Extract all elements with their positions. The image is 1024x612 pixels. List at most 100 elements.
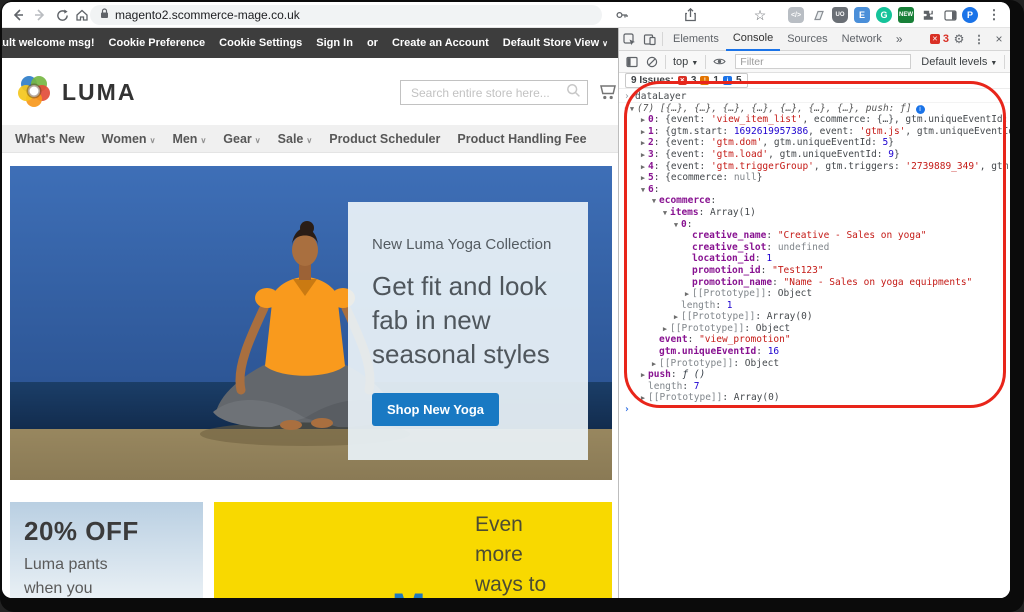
console-text: , ecommerce: {…}, gtm.uniqueEventId: (802, 114, 1010, 125)
divider (665, 55, 666, 69)
console-line: ▶3: {event: 'gtm.load', gtm.uniqueEventI… (619, 149, 1010, 161)
tab-console[interactable]: Console (726, 28, 780, 51)
chevron-down-icon: ∨ (200, 136, 206, 145)
forward-icon[interactable] (30, 5, 50, 25)
devtools-close-icon[interactable]: × (989, 29, 1009, 49)
console-text: : Array(0) (755, 311, 812, 322)
search-input[interactable] (409, 85, 566, 101)
live-expression-eye-icon[interactable] (709, 52, 729, 72)
devtools-settings-gear-icon[interactable]: ⚙ (949, 29, 969, 49)
clear-console-icon[interactable] (642, 52, 662, 72)
back-icon[interactable] (8, 5, 28, 25)
console-settings-gear-icon[interactable]: ⚙ (1008, 52, 1010, 72)
error-icon: ✕ (930, 34, 940, 44)
nav-item-sale[interactable]: Sale∨ (278, 132, 313, 146)
share-icon[interactable] (680, 5, 700, 25)
console-text: creative_name (692, 230, 766, 241)
issue-severity-icon: ! (700, 76, 709, 85)
console-text: push (648, 369, 671, 380)
console-text: [[Prototype]] (659, 358, 733, 369)
welcome-link[interactable]: Cookie Settings (219, 37, 302, 49)
nav-item-product-scheduler[interactable]: Product Scheduler (329, 132, 440, 146)
extension-new-badge-icon[interactable]: NEW (898, 7, 914, 23)
promo-yellow-letter: M (392, 586, 425, 598)
welcome-link[interactable]: Cookie Preference (109, 37, 206, 49)
promo-tile-yellow[interactable]: Evenmoreways to M (214, 502, 612, 598)
console-text: promotion_id (692, 265, 761, 276)
console-text: [[Prototype]] (648, 392, 722, 403)
extension-page-icon[interactable] (810, 7, 826, 23)
console-text: length (648, 381, 682, 392)
divider (1004, 55, 1005, 69)
console-text: '2739889_349' (905, 161, 979, 172)
grammarly-icon[interactable]: G (876, 7, 892, 23)
welcome-link[interactable]: Default Store View∨ (503, 37, 608, 49)
console-line: ▼items: Array(1) (619, 207, 1010, 219)
chevron-down-icon: ∨ (150, 136, 156, 145)
tab-elements[interactable]: Elements (666, 28, 726, 51)
extensions-puzzle-icon[interactable] (920, 7, 936, 23)
bookmark-star-icon[interactable]: ☆ (750, 5, 770, 25)
search-icon[interactable] (566, 83, 581, 103)
console-text: event (659, 334, 688, 345)
promo-tile-discount[interactable]: 20% OFF Luma pants when you (10, 502, 203, 598)
inspect-element-icon[interactable] (619, 29, 639, 49)
console-text: 1 (727, 300, 733, 311)
console-text: : (761, 265, 772, 276)
console-text: : (772, 277, 783, 288)
devtools-kebab-icon[interactable]: ⋮ (969, 29, 989, 49)
console-text: : Object (766, 288, 812, 299)
device-toolbar-icon[interactable] (639, 29, 659, 49)
home-icon[interactable] (72, 5, 92, 25)
nav-item-gear[interactable]: Gear∨ (223, 132, 260, 146)
tab-sources[interactable]: Sources (780, 28, 834, 51)
error-count-badge[interactable]: ✕ 3 (930, 33, 949, 45)
console-line: event: "view_promotion" (619, 334, 1010, 346)
nav-item-what-s-new[interactable]: What's New (15, 132, 85, 146)
nav-item-women[interactable]: Women∨ (102, 132, 156, 146)
console-text: : Object (744, 323, 790, 334)
extension-editor-icon[interactable]: E (854, 7, 870, 23)
url-bar[interactable]: magento2.scommerce-mage.co.uk (90, 5, 602, 25)
console-text: items (670, 207, 699, 218)
more-tabs-icon[interactable]: » (889, 28, 910, 51)
profile-avatar[interactable]: P (962, 7, 978, 23)
extension-shield-icon[interactable]: UO (832, 7, 848, 23)
cart-icon[interactable] (598, 82, 618, 106)
issue-count: 5 (736, 75, 742, 86)
shop-new-yoga-button[interactable]: Shop New Yoga (372, 393, 499, 426)
hero-banner: New Luma Yoga Collection Get fit and loo… (10, 166, 612, 480)
console-filter-input[interactable] (735, 54, 911, 69)
issue-severity-icon: ✕ (678, 76, 687, 85)
console-text: } (894, 149, 900, 160)
console-text: "Creative - Sales on yoga" (778, 230, 927, 241)
console-text: , gtm.uniqueEve (980, 161, 1010, 172)
js-context-selector[interactable]: top ▼ (669, 56, 702, 68)
password-key-icon[interactable] (612, 5, 632, 25)
reload-icon[interactable] (52, 5, 72, 25)
welcome-link[interactable]: Sign In (316, 37, 353, 49)
console-text: : (766, 242, 777, 253)
console-line: ▶[[Prototype]]: Array(0) (619, 392, 1010, 404)
side-panel-icon[interactable] (942, 7, 958, 23)
console-line: length: 7 (619, 381, 1010, 393)
luma-logo[interactable]: LUMA (16, 72, 136, 113)
log-levels-dropdown[interactable]: Default levels ▼ (917, 56, 1001, 68)
console-text: , gtm.uniqueEventId: (762, 137, 882, 148)
nav-item-product-handling-fee[interactable]: Product Handling Fee (457, 132, 586, 146)
browser-menu-kebab-icon[interactable]: ⋮ (984, 5, 1004, 25)
console-output[interactable]: ›dataLayer‹▼(7) [{…}, {…}, {…}, {…}, {…}… (619, 89, 1010, 598)
console-text: location_id (692, 253, 755, 264)
tab-network[interactable]: Network (835, 28, 889, 51)
extension-code-icon[interactable]: </> (788, 7, 804, 23)
info-icon[interactable]: i (916, 105, 925, 114)
console-sidebar-icon[interactable] (622, 52, 642, 72)
welcome-link[interactable]: Create an Account (392, 37, 489, 49)
issues-chip[interactable]: 9 Issues: ✕3!1i5 (625, 73, 748, 88)
console-line: length: 1 (619, 300, 1010, 312)
console-text: : (766, 230, 777, 241)
console-text: undefined (778, 242, 829, 253)
nav-item-men[interactable]: Men∨ (172, 132, 206, 146)
console-text: 'view_item_list' (711, 114, 803, 125)
console-text: } (888, 137, 894, 148)
